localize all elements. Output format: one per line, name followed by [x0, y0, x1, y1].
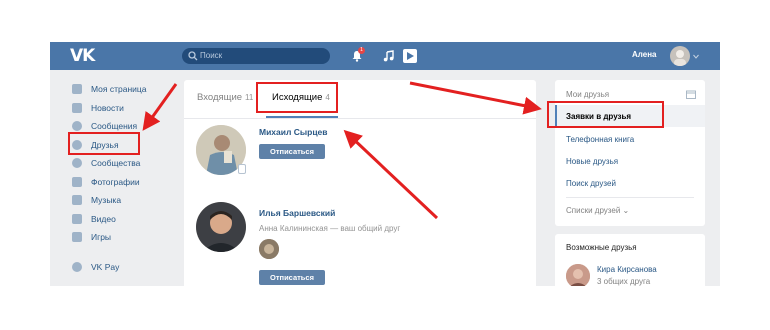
annotation-arrows [142, 81, 542, 220]
arrow-to-friends [142, 83, 178, 131]
arrow-to-outgoing [343, 129, 439, 220]
arrow-to-friend-requests [409, 81, 542, 115]
